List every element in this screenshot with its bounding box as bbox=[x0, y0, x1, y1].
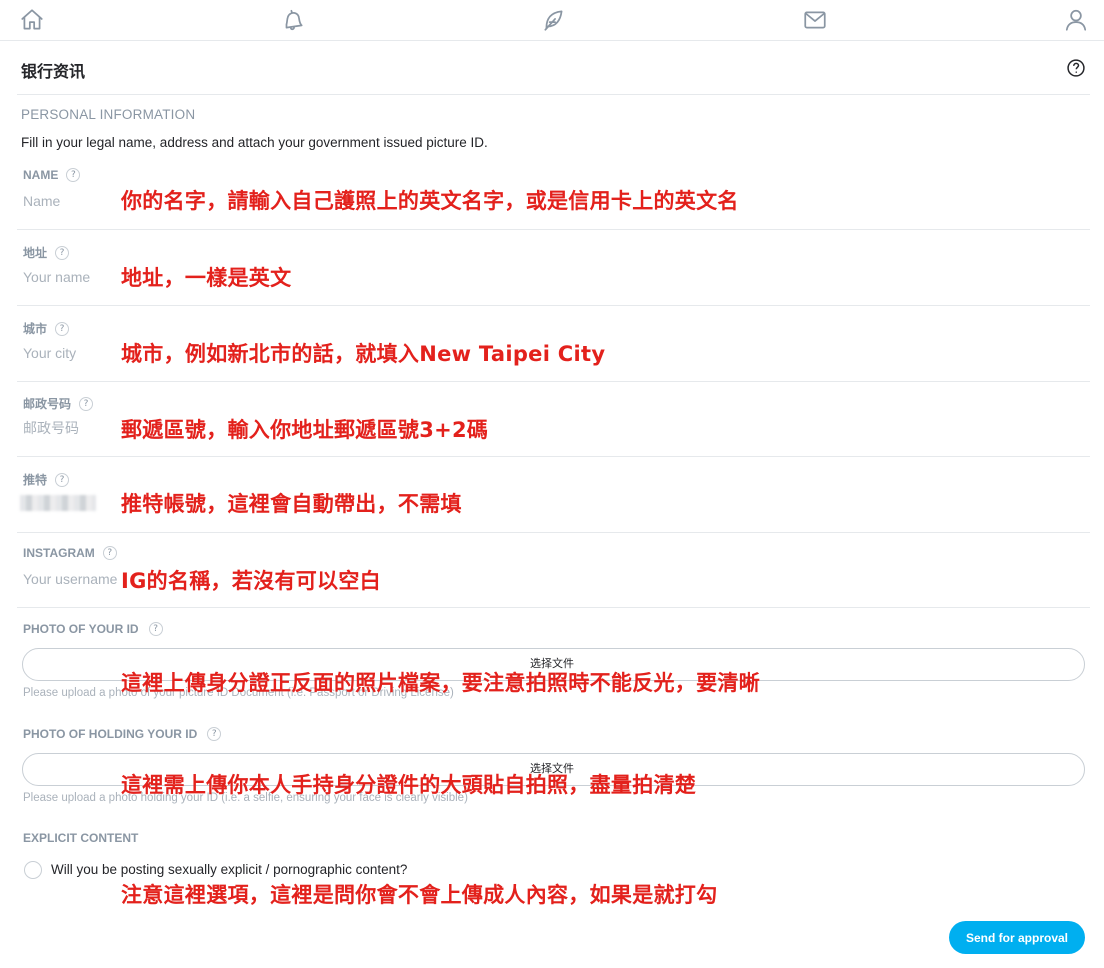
help-tooltip-icon[interactable]: ? bbox=[55, 472, 70, 487]
help-tooltip-icon[interactable]: ? bbox=[148, 622, 163, 636]
help-tooltip-icon[interactable]: ? bbox=[207, 727, 222, 741]
top-nav bbox=[0, 0, 1104, 41]
page-title: 银行资讯 bbox=[21, 62, 86, 81]
help-tooltip-icon[interactable]: ? bbox=[79, 396, 94, 411]
annotation-address: 地址，一樣是英文 bbox=[121, 266, 292, 290]
user-icon[interactable] bbox=[1062, 6, 1090, 34]
annotation-name: 你的名字，請輸入自己護照上的英文名字，或是信用卡上的英文名 bbox=[121, 189, 739, 213]
help-tooltip-icon[interactable]: ? bbox=[102, 546, 117, 560]
annotation-postal-code: 郵遞區號，輸入你地址郵遞區號3+2碼 bbox=[121, 418, 489, 442]
help-tooltip-icon[interactable]: ? bbox=[55, 245, 70, 260]
twitter-value-redacted bbox=[20, 495, 96, 511]
upload-label: PHOTO OF YOUR ID bbox=[23, 622, 139, 636]
field-label: INSTAGRAM bbox=[23, 546, 95, 560]
field-label: 地址 bbox=[23, 246, 48, 260]
field-label: 邮政号码 bbox=[23, 397, 72, 411]
explicit-content-checkbox[interactable] bbox=[24, 861, 42, 879]
upload-label: PHOTO OF HOLDING YOUR ID bbox=[23, 727, 198, 741]
feather-icon[interactable] bbox=[540, 6, 568, 34]
explicit-content-question: Will you be posting sexually explicit / … bbox=[51, 862, 408, 877]
page-header: 银行资讯 bbox=[17, 42, 1090, 95]
help-tooltip-icon[interactable]: ? bbox=[55, 321, 70, 336]
annotation-twitter: 推特帳號，這裡會自動帶出，不需填 bbox=[121, 492, 462, 516]
annotation-city: 城市，例如新北市的話，就填入New Taipei City bbox=[121, 342, 606, 366]
bell-icon[interactable] bbox=[279, 6, 307, 34]
section-description: Fill in your legal name, address and att… bbox=[21, 135, 488, 150]
home-icon[interactable] bbox=[18, 6, 46, 34]
annotation-id-photo: 這裡上傳身分證正反面的照片檔案，要注意拍照時不能反光，要清晰 bbox=[121, 671, 760, 695]
help-icon[interactable] bbox=[1066, 58, 1086, 78]
help-tooltip-icon[interactable]: ? bbox=[66, 168, 81, 182]
annotation-holding-id: 這裡需上傳你本人手持身分證件的大頭貼自拍照，盡量拍清楚 bbox=[121, 773, 697, 797]
explicit-content-title: EXPLICIT CONTENT bbox=[23, 831, 139, 845]
field-label: 城市 bbox=[23, 322, 48, 336]
mail-icon[interactable] bbox=[801, 6, 829, 34]
annotation-explicit: 注意這裡選項，這裡是問你會不會上傳成人內容，如果是就打勾 bbox=[121, 883, 718, 907]
field-label: 推特 bbox=[23, 473, 48, 487]
field-label: NAME bbox=[23, 168, 59, 182]
annotation-instagram: IG的名稱，若沒有可以空白 bbox=[121, 569, 381, 593]
section-title: PERSONAL INFORMATION bbox=[21, 107, 196, 122]
send-for-approval-button[interactable]: Send for approval bbox=[949, 921, 1085, 954]
